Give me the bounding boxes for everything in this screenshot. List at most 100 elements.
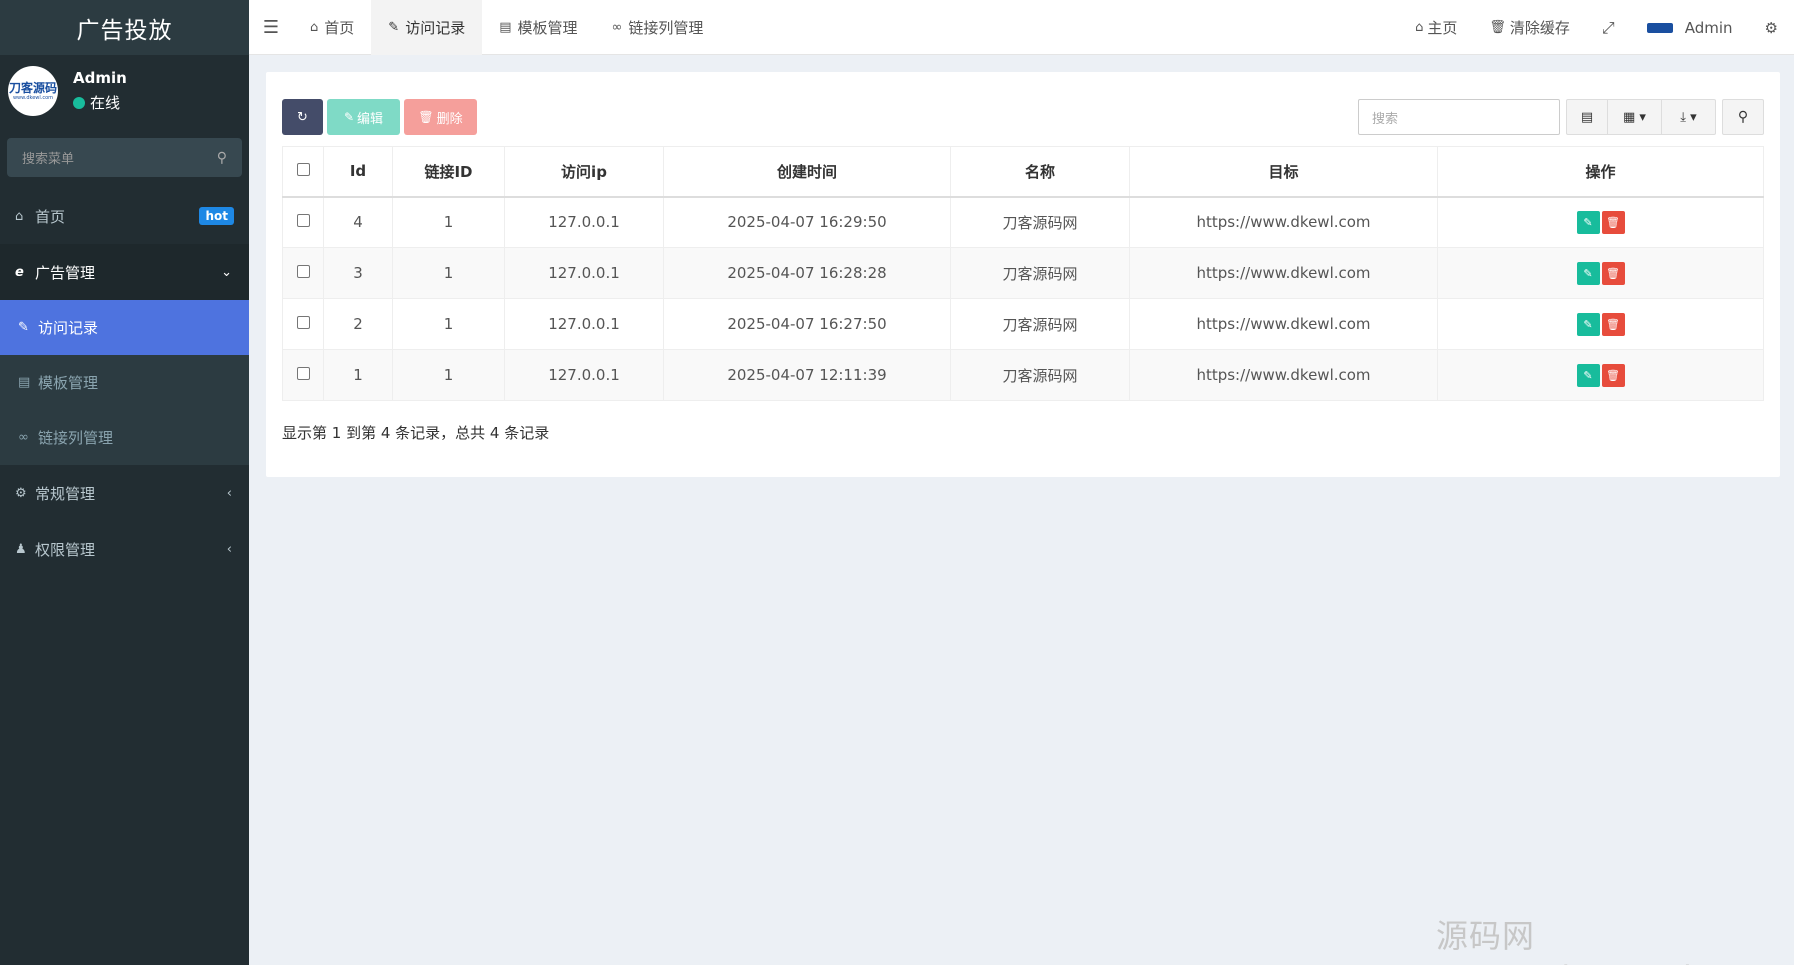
tab-label: 链接列管理 xyxy=(628,18,704,37)
search-icon: ⚲ xyxy=(216,149,227,166)
sidebar-item-visit-log[interactable]: ✎ 访问记录 xyxy=(0,300,249,355)
cell-target: https://www.dkewl.com xyxy=(1129,298,1438,350)
row-edit-button[interactable]: ✎ xyxy=(1576,210,1600,234)
row-delete-button[interactable]: 🗑 xyxy=(1601,312,1625,336)
edit-label: 编辑 xyxy=(357,111,384,127)
cogs-icon: ⚙ xyxy=(15,485,27,501)
cell-id: 4 xyxy=(323,196,393,248)
home-link[interactable]: ⌂ 主页 xyxy=(1399,17,1473,38)
table-search-input[interactable]: 搜索 xyxy=(1358,99,1560,135)
row-checkbox[interactable] xyxy=(296,316,310,329)
search-icon: ⚲ xyxy=(1737,109,1749,125)
sidebar-item-permission[interactable]: ♟ 权限管理 ‹ xyxy=(0,521,249,577)
select-all-checkbox[interactable] xyxy=(296,163,310,177)
refresh-icon: ↻ xyxy=(297,109,308,125)
sidebar-item-label: 常规管理 xyxy=(35,484,96,503)
cell-id: 3 xyxy=(323,247,393,299)
search-button[interactable]: ⚲ xyxy=(1722,99,1764,135)
sidebar-item-general[interactable]: ⚙ 常规管理 ‹ xyxy=(0,465,249,521)
toggle-view-button[interactable]: ▤ xyxy=(1566,99,1608,135)
tab-home[interactable]: ⌂ 首页 xyxy=(293,0,371,55)
data-table: Id 链接ID 访问ip 创建时间 名称 目标 操作 4 1 127.0.0.1… xyxy=(282,146,1764,401)
watermark: 源码网www.netzz.net xyxy=(1436,917,1698,965)
column-header[interactable]: 目标 xyxy=(1129,146,1438,198)
tab-template[interactable]: ▤ 模板管理 xyxy=(482,0,594,55)
hot-badge: hot xyxy=(199,207,234,225)
cell-created: 2025-04-07 16:28:28 xyxy=(663,247,951,299)
cell-target: https://www.dkewl.com xyxy=(1129,349,1438,401)
row-edit-button[interactable]: ✎ xyxy=(1576,261,1600,285)
edit-button[interactable]: ✎ 编辑 xyxy=(327,99,400,135)
delete-label: 删除 xyxy=(436,111,463,127)
table-row: 1 1 127.0.0.1 2025-04-07 12:11:39 刀客源码网 … xyxy=(282,349,1764,401)
cell-created: 2025-04-07 12:11:39 xyxy=(663,349,951,401)
column-header[interactable]: Id xyxy=(323,146,393,198)
column-header[interactable]: 链接ID xyxy=(392,146,505,198)
row-checkbox[interactable] xyxy=(296,265,310,278)
trash-icon: 🗑 xyxy=(418,110,434,124)
cell-actions: ✎ 🗑 xyxy=(1437,349,1764,401)
status-label: 在线 xyxy=(90,94,121,112)
top-header: ☰ ⌂ 首页 ✎ 访问记录 ▤ 模板管理 ∞ 链接列管理 ⌂ 主页 🗑 清除缓存… xyxy=(249,0,1794,55)
sidebar-item-label: 链接列管理 xyxy=(38,429,114,447)
cell-link-id: 1 xyxy=(392,196,505,248)
export-button[interactable]: ⤓ ▾ xyxy=(1662,99,1716,135)
column-header[interactable]: 名称 xyxy=(950,146,1130,198)
column-header[interactable]: 访问ip xyxy=(504,146,664,198)
chevron-left-icon: ‹ xyxy=(226,541,232,557)
sidebar-item-link-list[interactable]: ∞ 链接列管理 xyxy=(0,410,249,465)
row-select-cell xyxy=(282,247,324,299)
menu-search-input[interactable]: 搜索菜单 ⚲ xyxy=(7,138,242,177)
tab-link-list[interactable]: ∞ 链接列管理 xyxy=(595,0,721,55)
fullscreen-icon[interactable]: ⤢ xyxy=(1586,18,1631,38)
admin-avatar xyxy=(1646,22,1673,33)
row-checkbox[interactable] xyxy=(296,214,310,228)
home-link-label: 主页 xyxy=(1427,19,1458,37)
menu-search-placeholder: 搜索菜单 xyxy=(22,152,75,167)
avatar-sub: www.dkewl.com xyxy=(12,94,54,101)
cell-name: 刀客源码网 xyxy=(950,298,1130,350)
cell-id: 2 xyxy=(323,298,393,350)
cell-ip: 127.0.0.1 xyxy=(504,298,664,350)
row-edit-button[interactable]: ✎ xyxy=(1576,312,1600,336)
sidebar-item-label: 访问记录 xyxy=(38,319,99,337)
menu-toggle-icon[interactable]: ☰ xyxy=(249,17,293,38)
clear-cache-button[interactable]: 🗑 清除缓存 xyxy=(1473,17,1586,38)
cell-ip: 127.0.0.1 xyxy=(504,247,664,299)
trash-icon: 🗑 xyxy=(1489,20,1506,35)
table-row: 4 1 127.0.0.1 2025-04-07 16:29:50 刀客源码网 … xyxy=(282,196,1764,248)
chevron-down-icon: ⌄ xyxy=(221,264,232,280)
table-header-row: Id 链接ID 访问ip 创建时间 名称 目标 操作 xyxy=(282,146,1764,198)
tab-visit-log[interactable]: ✎ 访问记录 xyxy=(371,0,483,55)
sidebar-item-label: 首页 xyxy=(35,207,66,226)
app-brand[interactable]: 广告投放 xyxy=(0,0,249,55)
user-panel: 刀客源码 www.dkewl.com Admin 在线 xyxy=(0,55,249,127)
row-delete-button[interactable]: 🗑 xyxy=(1601,261,1625,285)
row-delete-button[interactable]: 🗑 xyxy=(1601,363,1625,387)
table-tools: ▤ ▦ ▾ ⤓ ▾ xyxy=(1566,99,1716,135)
cell-created: 2025-04-07 16:29:50 xyxy=(663,196,951,248)
sidebar-item-label: 广告管理 xyxy=(35,263,96,282)
sidebar: 广告投放 刀客源码 www.dkewl.com Admin 在线 搜索菜单 ⚲ … xyxy=(0,0,249,965)
sidebar-item-ad-management[interactable]: e 广告管理 ⌄ xyxy=(0,244,249,300)
sidebar-item-label: 模板管理 xyxy=(38,374,99,392)
cell-name: 刀客源码网 xyxy=(950,247,1130,299)
home-icon: ⌂ xyxy=(1415,20,1424,35)
column-header[interactable]: 创建时间 xyxy=(663,146,951,198)
cell-target: https://www.dkewl.com xyxy=(1129,196,1438,248)
row-delete-button[interactable]: 🗑 xyxy=(1601,210,1625,234)
sidebar-item-home[interactable]: ⌂ 首页 hot xyxy=(0,188,249,244)
sidebar-item-label: 权限管理 xyxy=(35,540,96,559)
refresh-button[interactable]: ↻ xyxy=(282,99,323,135)
avatar: 刀客源码 www.dkewl.com xyxy=(8,66,58,116)
sidebar-item-template[interactable]: ▤ 模板管理 xyxy=(0,355,249,410)
columns-button[interactable]: ▦ ▾ xyxy=(1608,99,1662,135)
cell-actions: ✎ 🗑 xyxy=(1437,247,1764,299)
cell-name: 刀客源码网 xyxy=(950,196,1130,248)
row-checkbox[interactable] xyxy=(296,367,310,380)
delete-button[interactable]: 🗑 删除 xyxy=(404,99,477,135)
row-edit-button[interactable]: ✎ xyxy=(1576,363,1600,387)
row-select-cell xyxy=(282,349,324,401)
admin-menu[interactable]: Admin xyxy=(1631,19,1749,37)
settings-icon[interactable]: ⚙ xyxy=(1749,19,1794,37)
